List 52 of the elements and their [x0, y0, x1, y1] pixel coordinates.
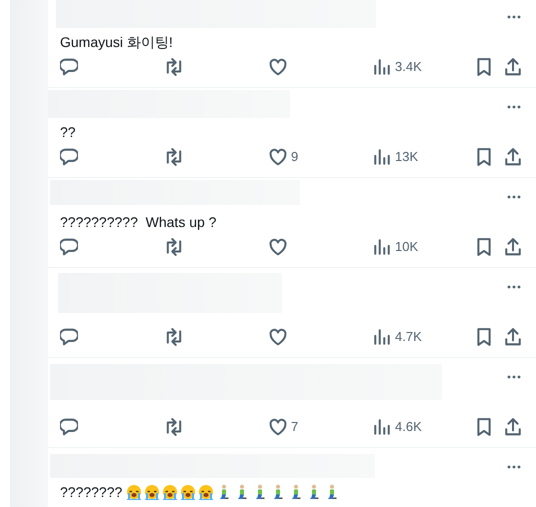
more-icon[interactable] — [506, 465, 522, 469]
reply-text: ?????????? Whats up ? — [60, 212, 216, 232]
reply-icon[interactable] — [60, 58, 78, 76]
bar-chart-icon[interactable] — [373, 148, 391, 166]
share-icon[interactable] — [504, 328, 522, 346]
crying-face-icon — [180, 484, 196, 500]
more-icon[interactable] — [506, 105, 522, 109]
view-count: 13K — [395, 148, 418, 166]
view-count: 3.4K — [395, 58, 422, 76]
like-count: 9 — [291, 148, 298, 166]
view-count: 4.6K — [395, 418, 422, 436]
reply-icon[interactable] — [60, 238, 78, 256]
bookmark-icon[interactable] — [475, 148, 493, 166]
heart-icon[interactable] — [269, 148, 287, 166]
repost-icon[interactable] — [165, 148, 183, 166]
crying-face-icon — [126, 484, 142, 500]
share-icon[interactable] — [504, 58, 522, 76]
bar-chart-icon[interactable] — [373, 328, 391, 346]
heart-icon[interactable] — [269, 238, 287, 256]
bookmark-icon[interactable] — [475, 328, 493, 346]
like-count: 7 — [291, 418, 298, 436]
heart-icon[interactable] — [269, 328, 287, 346]
view-count: 10K — [395, 238, 418, 256]
reply-icon[interactable] — [60, 148, 78, 166]
bar-chart-icon[interactable] — [373, 58, 391, 76]
more-icon[interactable] — [506, 285, 522, 289]
bookmark-icon[interactable] — [475, 418, 493, 436]
more-icon[interactable] — [506, 375, 522, 379]
repost-icon[interactable] — [165, 238, 183, 256]
heart-icon[interactable] — [269, 418, 287, 436]
repost-icon[interactable] — [165, 328, 183, 346]
reply-text: Gumayusi 화이팅! — [60, 32, 173, 52]
crying-face-icon — [144, 484, 160, 500]
crying-face-icon — [162, 484, 178, 500]
reply-icon[interactable] — [60, 328, 78, 346]
view-count: 4.7K — [395, 328, 422, 346]
heart-icon[interactable] — [269, 58, 287, 76]
share-icon[interactable] — [504, 238, 522, 256]
reply-icon[interactable] — [60, 418, 78, 436]
bookmark-icon[interactable] — [475, 58, 493, 76]
reply-text: ?? — [60, 122, 76, 142]
repost-icon[interactable] — [165, 418, 183, 436]
crying-face-icon — [198, 484, 214, 500]
bar-chart-icon[interactable] — [373, 418, 391, 436]
reply-text: ???????? — [60, 482, 122, 502]
bar-chart-icon[interactable] — [373, 238, 391, 256]
more-icon[interactable] — [506, 15, 522, 19]
share-icon[interactable] — [504, 148, 522, 166]
bookmark-icon[interactable] — [475, 238, 493, 256]
more-icon[interactable] — [506, 195, 522, 199]
share-icon[interactable] — [504, 418, 522, 436]
repost-icon[interactable] — [165, 58, 183, 76]
